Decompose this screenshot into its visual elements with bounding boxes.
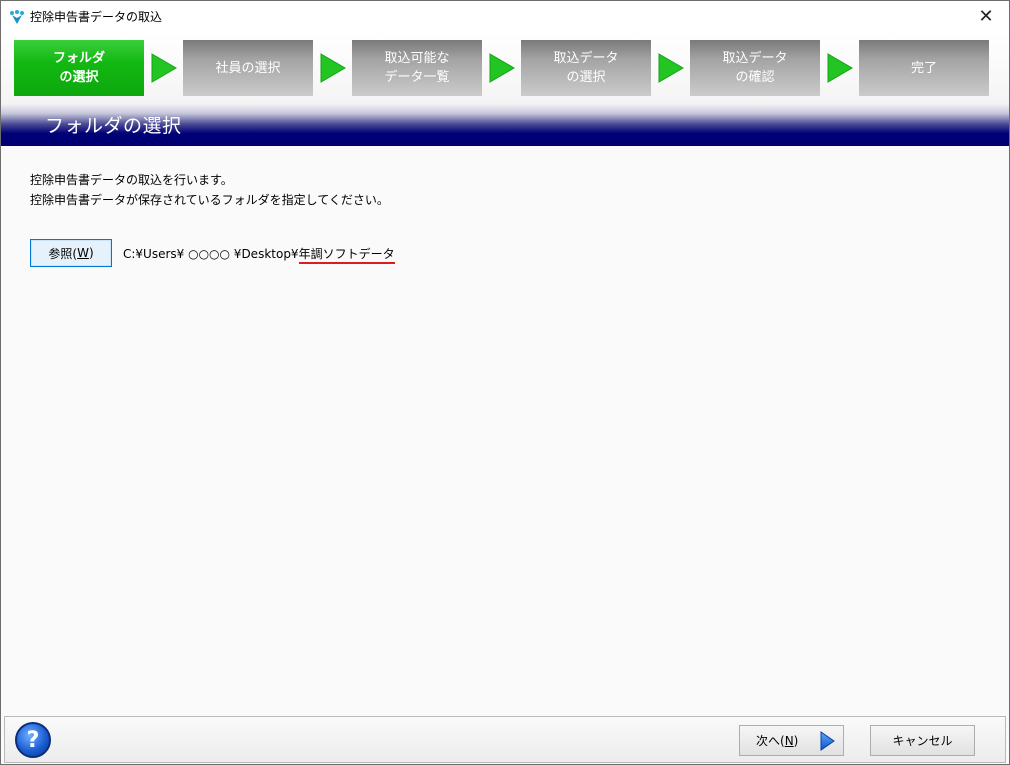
triangle-right-icon <box>489 53 515 83</box>
cancel-label: キャンセル <box>892 734 953 748</box>
help-button[interactable]: ? <box>15 722 51 758</box>
instruction-line: 控除申告書データの取込を行います。 <box>30 173 233 187</box>
step-label: データ一覧 <box>384 70 450 85</box>
step-label: 完了 <box>910 60 937 76</box>
step-import-data-confirm: 取込データ の確認 <box>690 40 820 96</box>
next-button[interactable]: 次へ(N) <box>739 725 844 756</box>
cancel-button[interactable]: キャンセル <box>870 725 975 756</box>
browse-label: 参照( <box>48 246 78 261</box>
step-import-data-select: 取込データ の選択 <box>521 40 651 96</box>
step-label: 取込データ <box>553 51 619 66</box>
crown-icon <box>10 9 24 24</box>
import-dialog-window: 控除申告書データの取込 ✕ フォルダ の選択 社員の選択 取込可能な データ一覧… <box>0 0 1010 765</box>
step-label: の確認 <box>735 70 775 85</box>
browse-button[interactable]: 参照(W) <box>30 239 112 267</box>
close-button[interactable]: ✕ <box>963 1 1009 32</box>
close-icon: ✕ <box>978 6 994 27</box>
wizard-steps: フォルダ の選択 社員の選択 取込可能な データ一覧 取込データ の選択 取込デ… <box>1 32 1009 104</box>
triangle-right-icon <box>827 53 853 83</box>
footer-bar: ? 次へ(N) キャンセル <box>4 716 1006 763</box>
blue-triangle-right-icon <box>820 731 835 751</box>
step-label: 取込可能な <box>384 51 450 66</box>
next-access-key: N <box>784 733 794 748</box>
triangle-right-icon <box>658 53 684 83</box>
step-label: 社員の選択 <box>215 60 281 76</box>
folder-path: C:¥Users¥ ○○○○ ¥Desktop¥年調ソフトデータ <box>123 245 395 264</box>
step-label: フォルダ <box>52 51 105 66</box>
folder-path-prefix: C:¥Users¥ ○○○○ ¥Desktop¥ <box>123 247 299 261</box>
step-label: の選択 <box>566 70 606 85</box>
window-title: 控除申告書データの取込 <box>30 10 163 24</box>
step-label: 取込データ <box>722 51 788 66</box>
step-folder-select: フォルダ の選択 <box>14 40 144 96</box>
triangle-right-icon <box>151 53 177 83</box>
folder-path-name: 年調ソフトデータ <box>298 247 395 264</box>
question-circle-icon: ? <box>26 727 40 753</box>
main-content: 控除申告書データの取込を行います。 控除申告書データが保存されているフォルダを指… <box>1 146 1009 716</box>
page-title: フォルダの選択 <box>45 115 182 137</box>
next-label-close: ) <box>793 733 799 748</box>
step-employee-select: 社員の選択 <box>183 40 313 96</box>
triangle-right-icon <box>320 53 346 83</box>
step-complete: 完了 <box>859 40 989 96</box>
section-banner: フォルダの選択 <box>1 104 1009 146</box>
title-bar: 控除申告書データの取込 ✕ <box>1 1 1009 32</box>
step-label: の選択 <box>59 70 99 85</box>
step-importable-list: 取込可能な データ一覧 <box>352 40 482 96</box>
browse-label-close: ) <box>88 246 94 260</box>
instruction-line: 控除申告書データが保存されているフォルダを指定してください。 <box>30 193 389 207</box>
next-label: 次へ( <box>756 734 785 748</box>
browse-access-key: W <box>77 246 89 260</box>
instructions: 控除申告書データの取込を行います。 控除申告書データが保存されているフォルダを指… <box>30 170 389 210</box>
